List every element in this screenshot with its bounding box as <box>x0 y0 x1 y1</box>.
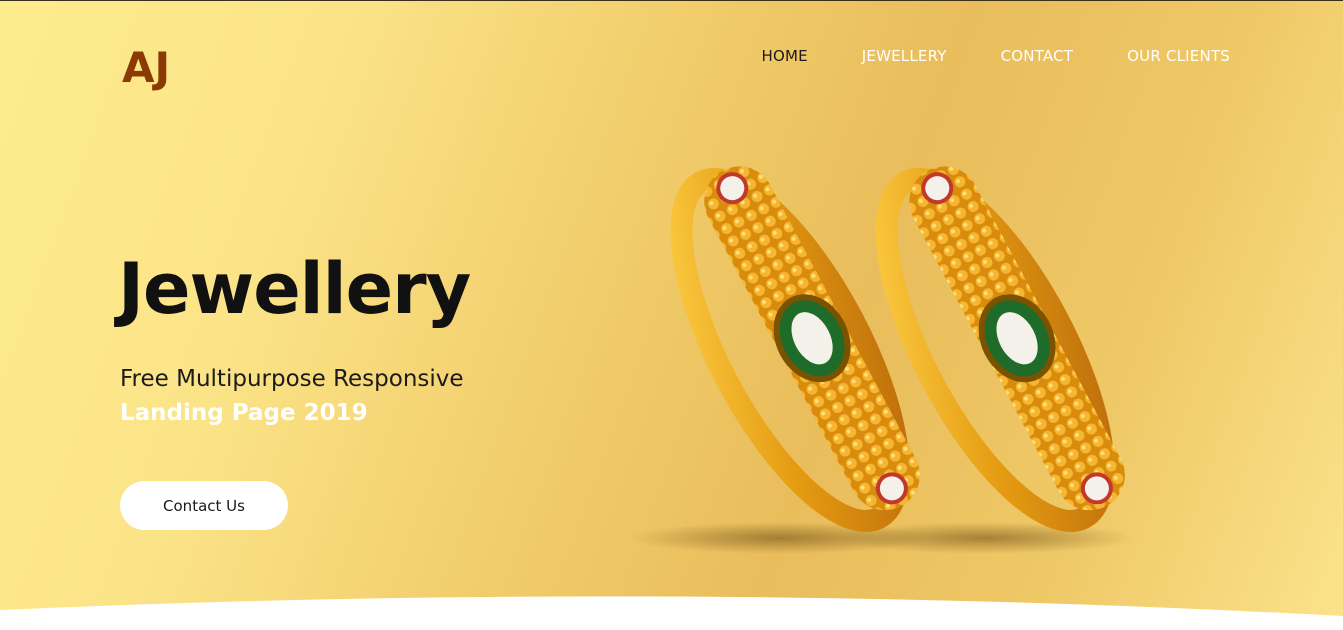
brand-logo[interactable]: AJ <box>120 38 180 104</box>
contact-us-button[interactable]: Contact Us <box>120 481 288 530</box>
nav-item-jewellery[interactable]: JEWELLERY <box>862 46 947 66</box>
nav-item-contact[interactable]: CONTACT <box>1001 46 1074 66</box>
nav-item-our-clients[interactable]: OUR CLIENTS <box>1127 46 1230 66</box>
nav-item-home[interactable]: HOME <box>761 46 807 66</box>
hero-subtitle-line2: Landing Page 2019 <box>120 400 368 426</box>
logo-text: AJ <box>122 43 170 92</box>
hero-subtitle-line1: Free Multipurpose Responsive <box>120 366 464 392</box>
main-nav: HOME JEWELLERY CONTACT OUR CLIENTS <box>707 46 1230 66</box>
hero-section: AJ HOME JEWELLERY CONTACT OUR CLIENTS Je… <box>0 0 1343 630</box>
gold-bangles-image <box>630 166 1135 554</box>
bottom-wave <box>0 596 1343 630</box>
hero-title: Jewellery <box>118 248 471 330</box>
